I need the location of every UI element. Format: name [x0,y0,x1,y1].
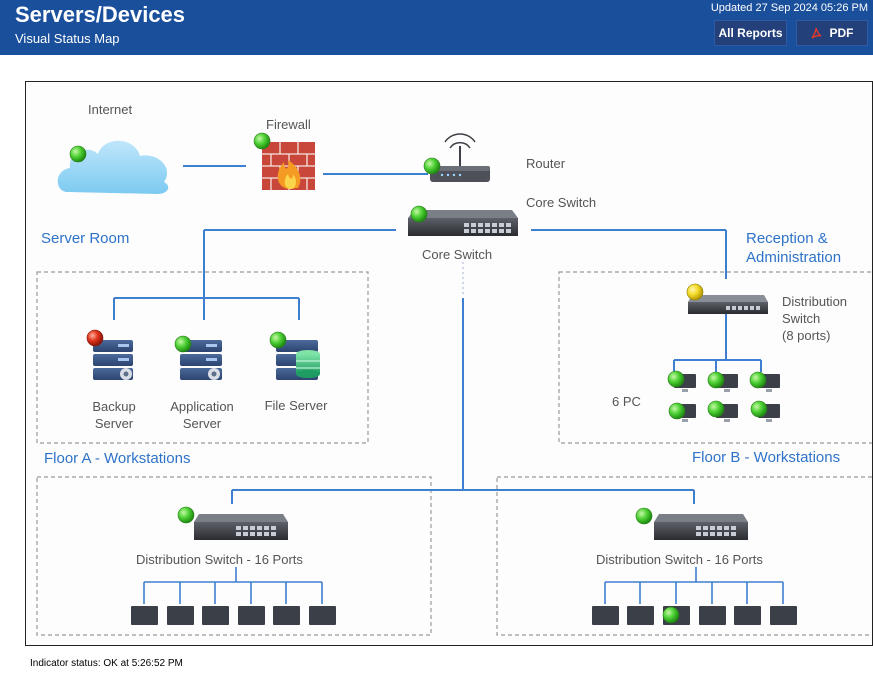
status-indicator-pc-1[interactable] [667,370,685,388]
status-indicator-file-server[interactable] [269,331,287,349]
backup-server-icon [93,340,133,380]
reception-label-line2: Administration [746,249,841,266]
status-indicator-router[interactable] [423,157,441,175]
network-diagram: Internet Firewall Router Core Switch Cor… [36,102,872,636]
report-header: Servers/Devices Visual Status Map Update… [0,0,873,55]
backup-server-label-line2: Server [95,416,134,431]
page-subtitle: Visual Status Map [15,31,120,46]
status-indicator-backup-server[interactable] [86,329,104,347]
application-server-label-line2: Server [183,416,222,431]
backup-server-label-line1: Backup [92,399,135,414]
status-indicator-distribution-switch-8[interactable] [686,283,704,301]
core-switch-side-label: Core Switch [526,195,596,210]
floor-b-links [604,567,784,604]
status-indicators [69,132,768,624]
page-title: Servers/Devices [15,2,186,27]
six-pc-label: 6 PC [612,394,641,409]
status-map: Internet Firewall Router Core Switch Cor… [25,81,873,646]
indicator-status-text: Indicator status: OK at 5:26:52 PM [30,658,183,669]
router-icon [430,133,490,182]
floor-a-workstations-icon [131,606,336,625]
application-server-label-line1: Application [170,399,234,414]
status-indicator-dist-switch-16-b[interactable] [635,507,653,525]
distribution-switch-label-line3: (8 ports) [782,328,830,343]
floor-b-workstations-icon [592,606,797,625]
distribution-switch-16-b-icon [654,514,748,540]
status-indicator-pc-5[interactable] [707,400,725,418]
floor-b-label: Floor B - Workstations [692,449,840,466]
dist16-a-label: Distribution Switch - 16 Ports [136,552,303,567]
all-reports-label: All Reports [718,26,783,40]
pdf-button[interactable]: PDF [796,20,868,46]
status-indicator-pc-4[interactable] [668,402,686,420]
dist16-b-label: Distribution Switch - 16 Ports [596,552,763,567]
status-indicator-pc-2[interactable] [707,371,725,389]
status-indicator-dist-switch-16-a[interactable] [177,506,195,524]
status-indicator-firewall[interactable] [253,132,271,150]
pdf-icon [810,27,822,39]
firewall-label: Firewall [266,117,311,132]
core-switch-label: Core Switch [422,247,492,262]
status-indicator-core-switch[interactable] [410,205,428,223]
server-room-label: Server Room [41,230,129,247]
firewall-icon [262,142,315,190]
floor-a-links [143,567,323,604]
status-indicator-application-server[interactable] [174,335,192,353]
all-reports-button[interactable]: All Reports [714,20,787,46]
file-server-label: File Server [265,398,329,413]
status-indicator-floor-b-workstation[interactable] [662,606,680,624]
status-indicator-pc-3[interactable] [749,371,767,389]
internet-label: Internet [88,102,132,117]
floor-a-label: Floor A - Workstations [44,450,190,467]
distribution-switch-label-line2: Switch [782,311,820,326]
updated-timestamp: Updated 27 Sep 2024 05:26 PM [710,2,868,14]
router-label: Router [526,156,566,171]
pdf-label: PDF [829,26,854,40]
reception-label-line1: Reception & [746,230,828,247]
distribution-switch-label-line1: Distribution [782,294,847,309]
distribution-switch-16-a-icon [194,514,288,540]
status-indicator-pc-6[interactable] [750,400,768,418]
status-indicator-internet[interactable] [69,145,87,163]
